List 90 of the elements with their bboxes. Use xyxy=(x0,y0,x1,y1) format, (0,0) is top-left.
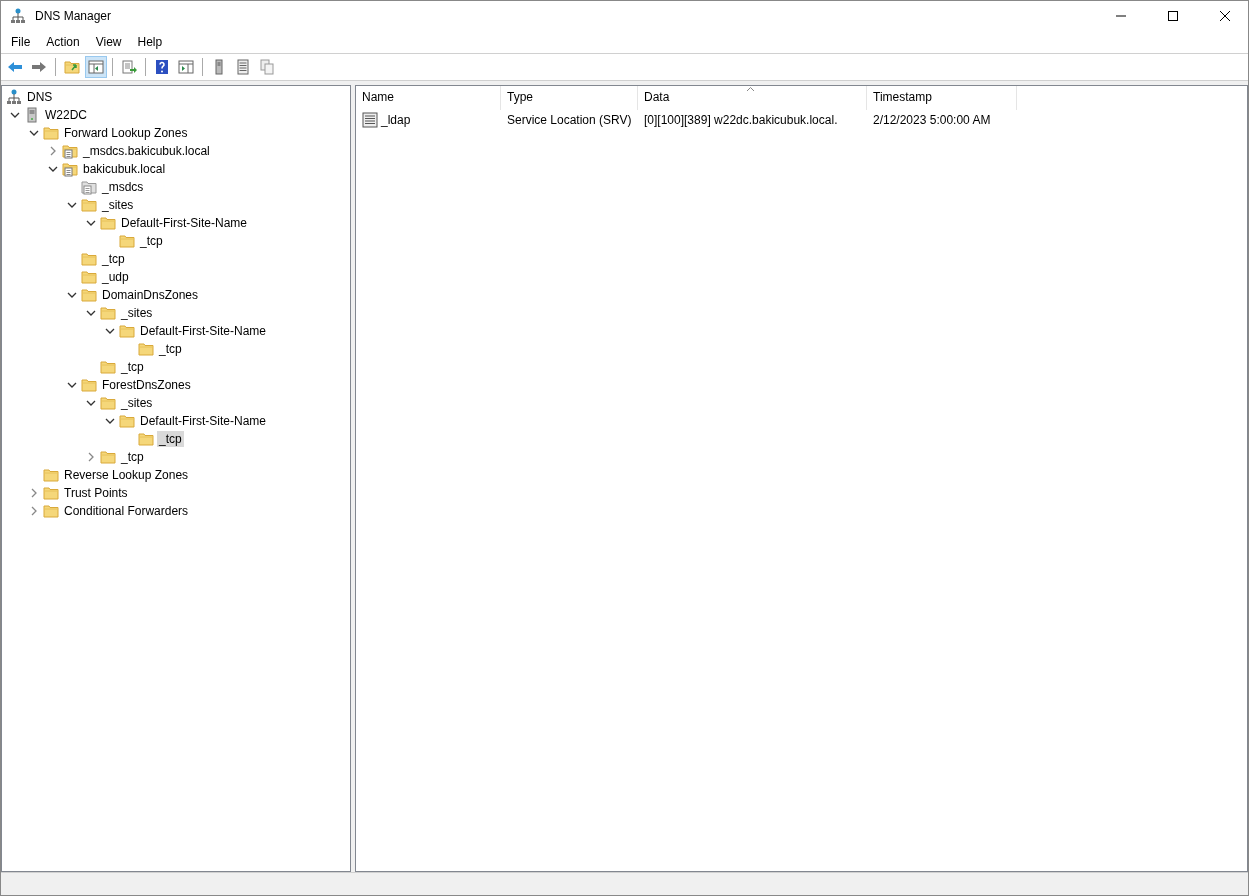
tree-item[interactable]: W22DC xyxy=(43,107,89,123)
folder-icon xyxy=(81,197,97,213)
forward-arrow-icon xyxy=(31,59,47,75)
collapse-chevron-icon[interactable] xyxy=(48,164,58,174)
collapse-chevron-icon[interactable] xyxy=(86,308,96,318)
folder-icon xyxy=(119,233,135,249)
column-header[interactable]: Name xyxy=(356,86,501,110)
zone-file-icon xyxy=(62,161,78,177)
folder-icon xyxy=(81,287,97,303)
tree-item[interactable]: _udp xyxy=(100,269,131,285)
menu-item[interactable]: View xyxy=(87,33,130,51)
expand-chevron-icon[interactable] xyxy=(29,506,39,516)
back-arrow-icon xyxy=(7,59,23,75)
network-icon xyxy=(6,89,22,105)
folder-icon xyxy=(138,341,154,357)
tree-item[interactable]: ForestDnsZones xyxy=(100,377,193,393)
help-icon xyxy=(154,59,170,75)
folder-icon xyxy=(138,431,154,447)
collapse-chevron-icon[interactable] xyxy=(67,290,77,300)
tree-item[interactable]: _tcp xyxy=(100,251,127,267)
tree-item[interactable]: Conditional Forwarders xyxy=(62,503,191,519)
tree-item[interactable]: Default-First-Site-Name xyxy=(119,215,250,231)
close-icon xyxy=(1220,11,1230,21)
menu-item[interactable]: Help xyxy=(129,33,171,51)
folder-icon xyxy=(100,359,116,375)
tree-item[interactable]: bakicubuk.local xyxy=(81,161,168,177)
menu-item[interactable]: Action xyxy=(38,33,88,51)
tree-item[interactable]: Trust Points xyxy=(62,485,130,501)
list-cell: _ldap xyxy=(381,113,411,127)
tree-item[interactable]: _sites xyxy=(119,395,155,411)
copy-icon xyxy=(259,59,275,75)
tree-item[interactable]: DNS xyxy=(25,89,55,105)
tree-item[interactable]: _tcp xyxy=(138,233,165,249)
folder-icon xyxy=(100,449,116,465)
expand-chevron-icon[interactable] xyxy=(48,146,58,156)
record-icon xyxy=(362,112,378,128)
tree-item[interactable]: _tcp xyxy=(157,341,184,357)
network-icon xyxy=(10,8,26,24)
zone-file-icon xyxy=(62,143,78,159)
toolbar-button[interactable] xyxy=(85,56,107,78)
folder-icon xyxy=(119,413,135,429)
menu-item[interactable]: File xyxy=(3,33,39,51)
maximize-icon xyxy=(1168,11,1178,21)
tree-item[interactable]: Default-First-Site-Name xyxy=(138,323,269,339)
collapse-chevron-icon[interactable] xyxy=(86,218,96,228)
expand-chevron-icon[interactable] xyxy=(86,452,96,462)
tree-item[interactable]: _tcp xyxy=(119,449,146,465)
collapse-chevron-icon[interactable] xyxy=(10,110,20,120)
collapse-chevron-icon[interactable] xyxy=(29,128,39,138)
folder-icon xyxy=(119,323,135,339)
delegation-icon xyxy=(81,179,97,195)
window-title: DNS Manager xyxy=(35,9,113,23)
column-header[interactable]: Timestamp xyxy=(867,86,1017,110)
collapse-chevron-icon[interactable] xyxy=(86,398,96,408)
collapse-chevron-icon[interactable] xyxy=(105,326,115,336)
folder-icon xyxy=(43,467,59,483)
collapse-chevron-icon[interactable] xyxy=(67,200,77,210)
tree-item[interactable]: Forward Lookup Zones xyxy=(62,125,190,141)
list-cell: 2/12/2023 5:00:00 AM xyxy=(873,113,991,127)
export-list-icon xyxy=(121,59,137,75)
column-header[interactable]: Data xyxy=(638,86,867,110)
tree-item[interactable]: DomainDnsZones xyxy=(100,287,201,303)
tree-pane-icon xyxy=(88,59,104,75)
column-header[interactable]: Type xyxy=(501,86,638,110)
folder-icon xyxy=(81,377,97,393)
folder-up-icon xyxy=(64,59,80,75)
collapse-chevron-icon[interactable] xyxy=(105,416,115,426)
folder-icon xyxy=(43,503,59,519)
tree-item[interactable]: Default-First-Site-Name xyxy=(138,413,269,429)
folder-icon xyxy=(100,395,116,411)
list-icon xyxy=(235,59,251,75)
collapse-chevron-icon[interactable] xyxy=(67,380,77,390)
folder-icon xyxy=(100,305,116,321)
folder-icon xyxy=(43,485,59,501)
tree-item[interactable]: _msdcs xyxy=(100,179,146,195)
tree-item[interactable]: _msdcs.bakicubuk.local xyxy=(81,143,212,159)
tree-item[interactable]: _tcp xyxy=(157,431,184,447)
action-pane-icon xyxy=(178,59,194,75)
folder-icon xyxy=(100,215,116,231)
tree-item[interactable]: _sites xyxy=(119,305,155,321)
list-cell: [0][100][389] w22dc.bakicubuk.local. xyxy=(644,113,838,127)
expand-chevron-icon[interactable] xyxy=(29,488,39,498)
folder-icon xyxy=(81,269,97,285)
tree-item[interactable]: Reverse Lookup Zones xyxy=(62,467,191,483)
tree-item[interactable]: _sites xyxy=(100,197,136,213)
server-icon xyxy=(24,107,40,123)
folder-icon xyxy=(81,251,97,267)
list-cell: Service Location (SRV) xyxy=(507,113,632,127)
folder-icon xyxy=(43,125,59,141)
tree-item[interactable]: _tcp xyxy=(119,359,146,375)
